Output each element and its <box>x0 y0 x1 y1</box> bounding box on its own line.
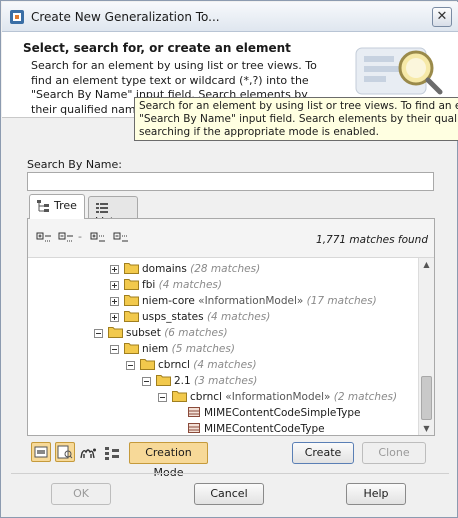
tree-node[interactable]: niem-core «InformationModel» (17 matches… <box>110 294 377 310</box>
package-folder-icon <box>156 375 171 386</box>
tree-node-name: 2.1 <box>174 375 191 387</box>
tree-node[interactable]: domains (28 matches) <box>110 262 261 278</box>
tree-toolbar: - 1,771 matches found <box>28 219 434 257</box>
tab-list[interactable]: List <box>88 196 138 228</box>
view-tabs: Tree List <box>27 194 435 228</box>
tree-node-matches: (28 matches) <box>190 263 261 275</box>
close-button[interactable]: ✕ <box>432 7 452 27</box>
tree-node-name: MIMEContentCodeSimpleType <box>204 407 361 419</box>
tree-node-matches: (5 matches) <box>171 343 235 355</box>
app-icon <box>10 10 24 24</box>
tree-view-icon <box>37 200 49 212</box>
cancel-button[interactable]: Cancel <box>194 483 264 505</box>
package-folder-icon <box>172 391 187 402</box>
tooltip: Search for an element by using list or t… <box>134 97 458 141</box>
filter-icon <box>57 445 73 459</box>
collapse-node-icon[interactable] <box>158 393 167 402</box>
tree-node[interactable]: subset (6 matches) <box>94 326 228 342</box>
tree-node-matches: (2 matches) <box>333 391 398 403</box>
package-folder-icon <box>124 263 139 274</box>
tree-node-name: niem-core <box>142 295 195 307</box>
tree-node-name: MIMEContentCodeType <box>204 423 325 435</box>
expand-node-icon[interactable] <box>110 281 119 290</box>
tree-node-name: niem <box>142 343 169 355</box>
collapse-node-icon[interactable] <box>110 345 119 354</box>
creation-mode-toggle[interactable]: Creation Mode <box>129 442 208 479</box>
ok-button[interactable]: OK <box>51 483 111 505</box>
close-icon: ✕ <box>436 9 448 24</box>
create-button[interactable]: Create <box>292 442 354 464</box>
tooltip-line: Search for an element by using list or t… <box>139 100 458 112</box>
search-label: Search By Name: <box>27 158 122 171</box>
tree-node-name: cbrncl <box>190 391 222 403</box>
package-folder-icon <box>124 279 139 290</box>
tree-node-stereotype: «InformationModel» <box>198 295 304 307</box>
package-folder-icon <box>124 343 139 354</box>
window-title: Create New Generalization To... <box>31 10 220 24</box>
tree-node[interactable]: niem (5 matches) <box>110 342 235 358</box>
tree-node[interactable]: usps_states (4 matches) <box>110 310 271 326</box>
tree-node-name: domains <box>142 263 187 275</box>
tree-node[interactable]: 2.1 (3 matches) <box>142 374 258 390</box>
tree-node-matches: (17 matches) <box>306 295 377 307</box>
collapse-node-icon[interactable] <box>142 377 151 386</box>
create-generalization-dialog: Create New Generalization To... ✕ Select… <box>0 0 458 518</box>
tree-node[interactable]: MIMEContentCodeSimpleType <box>188 406 360 422</box>
list-view-icon <box>96 203 108 213</box>
show-auxiliary-toggle[interactable] <box>31 442 51 462</box>
class-element-icon <box>188 407 200 417</box>
scroll-down-icon[interactable]: ▼ <box>419 422 434 435</box>
tree-node-stereotype: «InformationModel» <box>225 391 331 403</box>
tree-node[interactable]: fbi (4 matches) <box>110 278 222 294</box>
tree-node-name: subset <box>126 327 161 339</box>
expand-all-icon[interactable] <box>36 230 52 246</box>
tree-node[interactable]: MIMEContentCodeType <box>188 422 325 435</box>
apply-filter-toggle[interactable] <box>55 442 75 462</box>
clone-button[interactable]: Clone <box>362 442 426 464</box>
collapse-selected-icon[interactable] <box>113 230 129 246</box>
package-folder-icon <box>140 359 155 370</box>
tree-node[interactable]: cbrncl «InformationModel» (2 matches) <box>158 390 398 406</box>
tree-node-matches: (3 matches) <box>194 375 258 387</box>
tree-panel: - 1,771 matches found domains (28 matche… <box>27 218 435 436</box>
qualified-names-icon[interactable] <box>103 444 121 462</box>
expand-node-icon[interactable] <box>110 313 119 322</box>
search-input[interactable] <box>27 172 434 191</box>
matches-count: 1,771 matches found <box>316 234 428 246</box>
collapse-node-icon[interactable] <box>126 361 135 370</box>
package-folder-icon <box>124 295 139 306</box>
tree-node-name: usps_states <box>142 311 204 323</box>
tree-node[interactable]: cbrncl (4 matches) <box>126 358 257 374</box>
camel-case-icon[interactable] <box>79 444 97 462</box>
tree-node-name: cbrncl <box>158 359 190 371</box>
header-title: Select, search for, or create an element <box>23 41 291 55</box>
help-button[interactable]: Help <box>346 483 406 505</box>
scroll-thumb[interactable] <box>421 376 432 420</box>
tree-node-matches: (4 matches) <box>193 359 257 371</box>
expand-node-icon[interactable] <box>110 297 119 306</box>
title-bar: Create New Generalization To... ✕ <box>2 2 458 32</box>
expand-node-icon[interactable] <box>110 265 119 274</box>
tree-node-matches: (4 matches) <box>206 311 271 323</box>
scroll-up-icon[interactable]: ▲ <box>419 258 434 272</box>
tree-node-matches: (4 matches) <box>158 279 222 291</box>
search-magnifier-icon <box>355 47 443 95</box>
tooltip-line: searching if the appropriate mode is ena… <box>139 126 379 138</box>
tab-tree-label: Tree <box>54 199 77 212</box>
expand-selected-icon[interactable] <box>90 230 106 246</box>
auxiliary-resources-icon <box>34 446 48 458</box>
collapse-node-icon[interactable] <box>94 329 103 338</box>
footer-separator <box>11 473 449 474</box>
class-element-icon <box>188 423 200 433</box>
toolbar-divider: - <box>78 230 82 243</box>
package-folder-icon <box>124 311 139 322</box>
tree-node-matches: (6 matches) <box>164 327 228 339</box>
package-folder-icon <box>108 327 123 338</box>
collapse-all-icon[interactable] <box>58 230 74 246</box>
tree-node-name: fbi <box>142 279 156 291</box>
tooltip-line: "Search By Name" input field. Search ele… <box>139 113 458 125</box>
tab-tree[interactable]: Tree <box>29 194 85 219</box>
element-tree[interactable]: domains (28 matches) fbi (4 matches) niem-… <box>28 257 434 435</box>
vertical-scrollbar[interactable]: ▲ ▼ <box>418 258 434 435</box>
